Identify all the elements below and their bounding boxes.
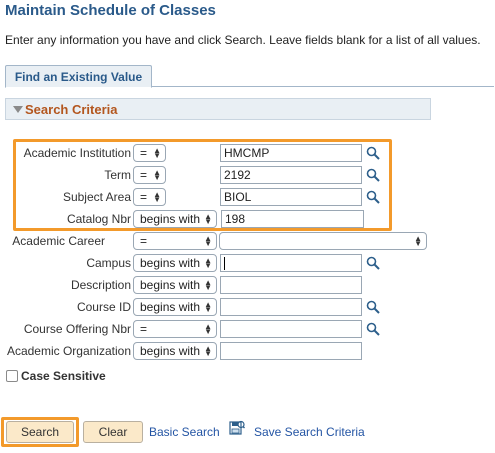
subject-area-input[interactable]: BIOL <box>220 188 362 206</box>
label-academic-institution: Academic Institution <box>23 146 131 160</box>
updown-arrows-icon: ▲ ▼ <box>153 190 161 204</box>
magnifier-icon[interactable] <box>366 300 380 314</box>
clear-button[interactable]: Clear <box>83 421 143 443</box>
label-catalog-nbr: Catalog Nbr <box>66 212 131 226</box>
row-academic-institution: Academic Institution = ▲ ▼ HMCMP <box>0 143 495 163</box>
label-academic-organization: Academic Organization <box>6 344 131 358</box>
updown-arrows-icon: ▲ ▼ <box>153 146 161 160</box>
updown-arrows-icon: ▲ ▼ <box>414 234 422 248</box>
description-input[interactable] <box>220 276 362 294</box>
row-academic-organization: Academic Organization begins with ▲ ▼ <box>0 341 495 361</box>
course-id-input[interactable] <box>220 298 362 316</box>
row-academic-career: Academic Career = ▲ ▼ ▲ ▼ <box>0 231 495 251</box>
catalog-nbr-input[interactable]: 198 <box>221 210 364 228</box>
row-subject-area: Subject Area = ▲ ▼ BIOL <box>0 187 495 207</box>
operator-value: = <box>140 146 148 160</box>
operator-academic-organization[interactable]: begins with ▲ ▼ <box>133 342 217 360</box>
updown-arrows-icon: ▲ ▼ <box>153 168 161 182</box>
magnifier-icon[interactable] <box>366 146 380 160</box>
label-course-id: Course ID <box>76 300 131 314</box>
magnifier-icon[interactable] <box>366 168 380 182</box>
label-academic-career: Academic Career <box>12 234 105 248</box>
operator-value: begins with <box>140 344 201 358</box>
operator-course-offering-nbr[interactable]: = ▲ ▼ <box>133 320 217 338</box>
row-course-id: Course ID begins with ▲ ▼ <box>0 297 495 317</box>
updown-arrows-icon: ▲ ▼ <box>204 278 212 292</box>
operator-value: begins with <box>140 212 201 226</box>
search-criteria-header[interactable]: Search Criteria <box>5 98 431 120</box>
operator-value: begins with <box>140 300 201 314</box>
operator-description[interactable]: begins with ▲ ▼ <box>133 276 217 294</box>
save-search-criteria-link[interactable]: Save Search Criteria <box>254 425 365 439</box>
term-input[interactable]: 2192 <box>220 166 362 184</box>
row-campus: Campus begins with ▲ ▼ <box>0 253 495 273</box>
label-term: Term <box>104 168 131 182</box>
updown-arrows-icon: ▲ ▼ <box>204 212 212 226</box>
updown-arrows-icon: ▲ ▼ <box>204 234 212 248</box>
label-course-offering-nbr: Course Offering Nbr <box>23 322 131 336</box>
tab-bar: Find an Existing Value <box>5 64 494 88</box>
operator-academic-career[interactable]: = ▲ ▼ <box>133 232 217 250</box>
magnifier-icon[interactable] <box>366 256 380 270</box>
label-campus: Campus <box>86 256 131 270</box>
operator-campus[interactable]: begins with ▲ ▼ <box>133 254 217 272</box>
operator-value: = <box>140 190 148 204</box>
row-catalog-nbr: Catalog Nbr begins with ▲ ▼ 198 <box>0 209 495 229</box>
campus-input[interactable] <box>220 254 362 272</box>
search-button[interactable]: Search <box>6 421 74 443</box>
section-title: Search Criteria <box>25 101 118 117</box>
updown-arrows-icon: ▲ ▼ <box>204 300 212 314</box>
updown-arrows-icon: ▲ ▼ <box>204 256 212 270</box>
operator-academic-institution[interactable]: = ▲ ▼ <box>133 144 166 162</box>
updown-arrows-icon: ▲ ▼ <box>204 344 212 358</box>
instructions-text: Enter any information you have and click… <box>5 33 481 47</box>
case-sensitive-label: Case Sensitive <box>21 369 106 383</box>
save-criteria-icon[interactable] <box>229 420 245 436</box>
operator-catalog-nbr[interactable]: begins with ▲ ▼ <box>133 210 217 228</box>
updown-arrows-icon: ▲ ▼ <box>204 322 212 336</box>
operator-value: begins with <box>140 278 201 292</box>
label-description: Description <box>70 278 131 292</box>
operator-value: = <box>140 168 148 182</box>
academic-institution-input[interactable]: HMCMP <box>220 144 362 162</box>
tab-find-existing-value[interactable]: Find an Existing Value <box>5 65 152 88</box>
case-sensitive-checkbox[interactable] <box>6 370 18 382</box>
academic-organization-input[interactable] <box>220 342 362 360</box>
magnifier-icon[interactable] <box>366 322 380 336</box>
operator-term[interactable]: = ▲ ▼ <box>133 166 166 184</box>
row-course-offering-nbr: Course Offering Nbr = ▲ ▼ <box>0 319 495 339</box>
triangle-down-icon[interactable] <box>13 105 23 113</box>
row-term: Term = ▲ ▼ 2192 <box>0 165 495 185</box>
operator-value: begins with <box>140 256 201 270</box>
case-sensitive-row: Case Sensitive <box>6 368 106 384</box>
page-title: Maintain Schedule of Classes <box>5 2 216 19</box>
basic-search-link[interactable]: Basic Search <box>149 425 220 439</box>
academic-career-select[interactable]: ▲ ▼ <box>219 232 427 250</box>
operator-course-id[interactable]: begins with ▲ ▼ <box>133 298 217 316</box>
label-subject-area: Subject Area <box>62 190 131 204</box>
magnifier-icon[interactable] <box>366 190 380 204</box>
operator-value: = <box>140 234 148 248</box>
operator-subject-area[interactable]: = ▲ ▼ <box>133 188 166 206</box>
operator-value: = <box>140 322 148 336</box>
course-offering-nbr-input[interactable] <box>220 320 362 338</box>
row-description: Description begins with ▲ ▼ <box>0 275 495 295</box>
